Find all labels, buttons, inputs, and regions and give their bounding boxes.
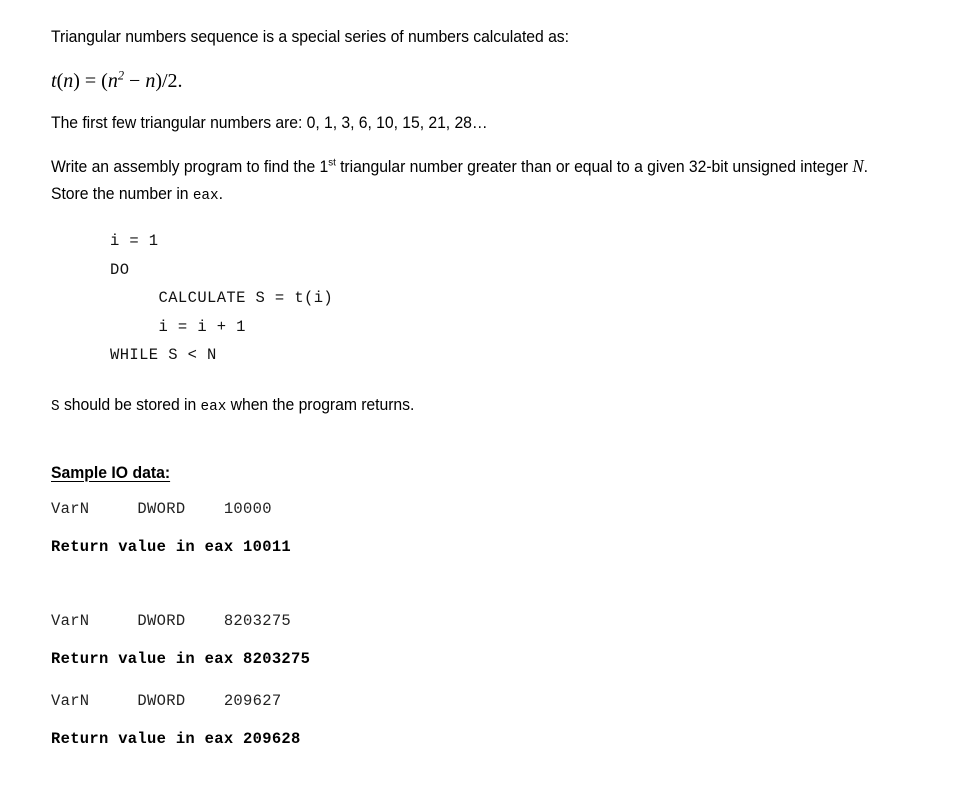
return-note-part1: should be stored in [59, 395, 201, 414]
intro-paragraph: Triangular numbers sequence is a special… [51, 28, 569, 46]
sample-io-declaration: VarN DWORD 10000 [51, 499, 272, 518]
sample-io-result: Return value in eax 10011 [51, 537, 292, 556]
register-eax: eax [192, 187, 219, 204]
sample-io-result: Return value in eax 209628 [51, 729, 301, 748]
task-text-part1: Write an assembly program to find the 1 [51, 158, 329, 176]
variable-n: N [852, 156, 864, 176]
sample-io-result: Return value in eax 8203275 [51, 649, 311, 668]
task-paragraph: Write an assembly program to find the 1s… [51, 153, 872, 209]
formula-n-squared: n2 [107, 68, 125, 92]
document-body: Triangular numbers sequence is a special… [51, 24, 911, 751]
register-eax: eax [200, 397, 227, 415]
task-text-part2: triangular number greater than or equal … [335, 158, 853, 176]
symbol-s: S [51, 397, 60, 415]
formula-n-term: n [145, 70, 156, 92]
return-note-paragraph: S should be stored in eax when the progr… [51, 392, 872, 420]
pseudocode-block: i = 1 DO CALCULATE S = t(i) i = i + 1 WH… [110, 232, 334, 364]
sample-io-declaration: VarN DWORD 8203275 [51, 611, 292, 630]
triangular-number-formula: t(n) = (n2 − n)/2. [51, 68, 183, 92]
sample-io-heading: Sample IO data: [51, 463, 171, 482]
task-text-part4: . [218, 185, 223, 203]
sequence-paragraph: The first few triangular numbers are: 0,… [51, 114, 488, 132]
sample-io-declaration: VarN DWORD 209627 [51, 691, 282, 710]
return-note-part2: when the program returns. [226, 395, 415, 414]
formula-lhs-argument: n [63, 70, 74, 92]
